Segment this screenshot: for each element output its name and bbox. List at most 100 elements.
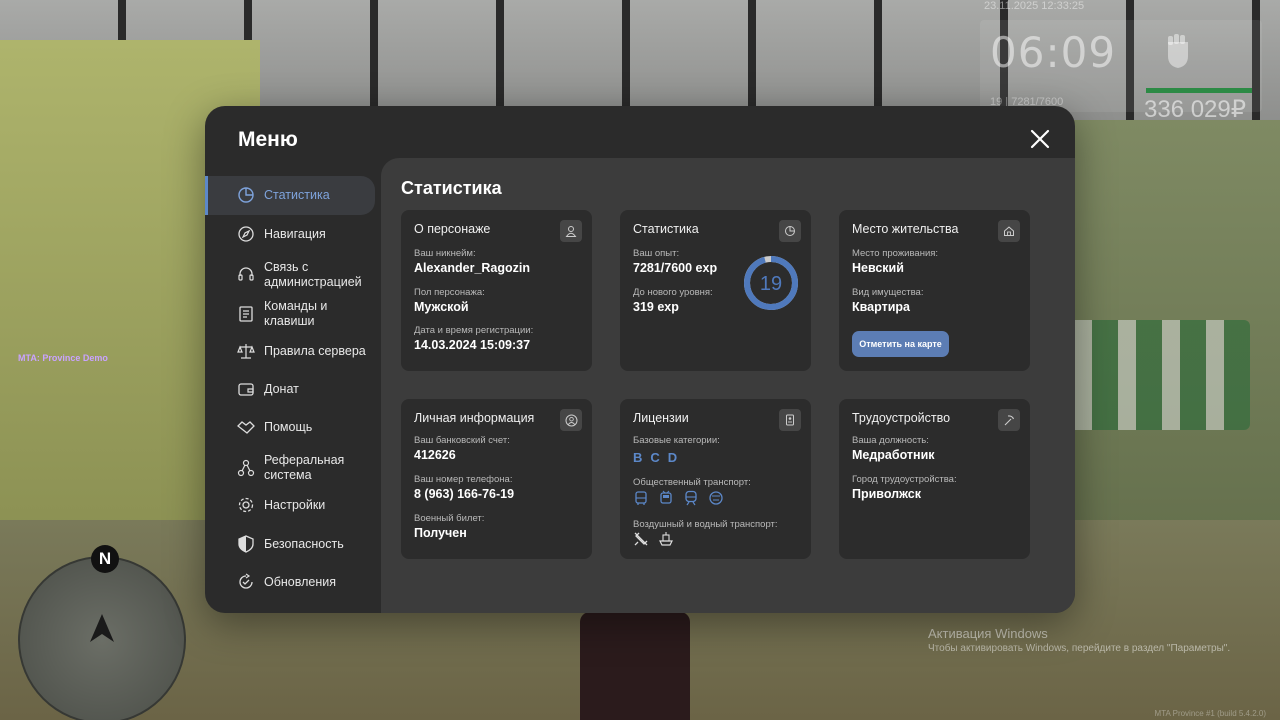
level-ring: 19 [744,256,798,310]
card-title: Лицензии [633,411,689,425]
personal-info-card: Личная информация Ваш банковский счет: 4… [401,399,592,559]
menu-title: Меню [238,128,298,151]
card-title: Место жительства [852,222,959,236]
sidebar-item-label: Безопасность [264,537,344,551]
close-icon[interactable] [1027,126,1053,152]
residence-value: Невский [852,261,904,275]
work-city-value: Приволжск [852,487,921,501]
bank-label: Ваш банковский счет: [414,435,510,446]
card-title: Личная информация [414,411,535,425]
menu-window: Меню Статистика Навигация Связь с админи… [205,106,1075,613]
trolleybus-icon [660,490,672,504]
sidebar-item-help[interactable]: Помощь [205,417,375,437]
sidebar-item-label: Связь с администрацией [264,260,362,289]
sidebar-item-label: Обновления [264,575,336,589]
card-title: Статистика [633,222,699,236]
public-transport-icons [633,490,724,506]
public-transport-label: Общественный транспорт: [633,477,751,488]
exp-value: 7281/7600 exp [633,261,718,275]
gender-label: Пол персонажа: [414,287,485,298]
document-icon [239,306,253,322]
phone-value: 8 (963) 166-76-19 [414,487,515,501]
fist-icon [1168,34,1188,68]
phone-label: Ваш номер телефона: [414,474,513,485]
sidebar-item-label: Реферальная система [264,453,345,482]
mark-on-map-button[interactable]: Отметить на карте [852,331,949,357]
sidebar-item-label: Донат [264,382,299,396]
sidebar-item-security[interactable]: Безопасность [205,534,375,554]
next-level-value: 319 exp [633,300,679,314]
home-icon [998,220,1020,242]
military-value: Получен [414,526,467,540]
property-value: Квартира [852,300,910,314]
pie-chart-icon [779,220,801,242]
page-title: Статистика [401,178,502,198]
sidebar-item-donate[interactable]: Донат [205,379,375,399]
sidebar-item-label: Команды и клавиши [264,299,328,328]
sidebar-item-rules[interactable]: Правила сервера [205,341,375,361]
bus-icon [635,491,647,505]
sidebar-item-label: Правила сервера [264,344,366,358]
server-label: MTA: Province Demo [18,353,108,363]
position-value: Медработник [852,448,935,462]
level-number: 19 [760,273,782,295]
base-categories-value: BCD [633,450,686,465]
refresh-check-icon [239,573,253,589]
nickname-label: Ваш никнейм: [414,248,476,259]
sidebar-item-label: Настройки [264,498,326,512]
base-categories-label: Базовые категории: [633,435,720,446]
windows-activation-subtitle: Чтобы активировать Windows, перейдите в … [928,643,1231,654]
headset-icon [238,267,254,281]
next-level-label: До нового уровня: [633,287,713,298]
pie-chart-icon [238,187,254,203]
player-character [580,612,690,720]
plane-icon [634,532,648,546]
network-icon [237,459,255,477]
residence-label: Место проживания: [852,248,939,259]
gear-icon [238,497,254,513]
sidebar-item-label: Статистика [264,188,330,202]
train-icon [685,490,697,506]
scales-icon [237,344,255,359]
card-title: О персонаже [414,222,491,236]
sidebar-item-settings[interactable]: Настройки [205,495,375,515]
character-card: О персонаже Ваш никнейм: Alexander_Ragoz… [401,210,592,371]
residence-card: Место жительства Место проживания: Невск… [839,210,1030,371]
stats-card: Статистика Ваш опыт: 7281/7600 exp До но… [620,210,811,371]
sidebar-item-label: Навигация [264,227,326,241]
sidebar-item-admin-contact[interactable]: Связь с администрацией [205,258,375,292]
nickname-value: Alexander_Ragozin [414,261,531,275]
sidebar: Статистика Навигация Связь с администрац… [205,176,381,613]
windows-activation-title: Активация Windows [928,626,1048,641]
tram-icon [709,491,723,505]
employment-card: Трудоустройство Ваша должность: Медработ… [839,399,1030,559]
sidebar-item-updates[interactable]: Обновления [205,572,375,592]
shield-icon [238,535,254,553]
military-label: Военный билет: [414,513,485,524]
hud-date: 23.11.2025 12:33:25 [984,0,1085,12]
compass-icon [238,226,254,242]
pickaxe-icon [998,409,1020,431]
work-city-label: Город трудоустройства: [852,474,957,485]
id-card-icon [779,409,801,431]
hud-clock: 06:09 [990,28,1117,77]
content-panel: Статистика О персонаже Ваш никнейм: Alex… [381,158,1075,613]
sidebar-item-statistics[interactable]: Статистика [205,176,375,215]
user-circle-icon [560,409,582,431]
card-title: Трудоустройство [852,411,951,425]
registration-label: Дата и время регистрации: [414,325,534,336]
licenses-card: Лицензии Базовые категории: BCD Обществе… [620,399,811,559]
compass-north: N [91,545,119,573]
position-label: Ваша должность: [852,435,929,446]
build-label: MTA Province #1 (build 5.4.2.0) [1154,709,1266,718]
property-label: Вид имущества: [852,287,924,298]
sidebar-item-referral[interactable]: Реферальная система [205,451,375,485]
sidebar-item-commands[interactable]: Команды и клавиши [205,297,375,331]
air-water-transport-icons [633,531,674,547]
wallet-icon [238,383,254,396]
sidebar-item-navigation[interactable]: Навигация [205,224,375,244]
gender-value: Мужской [414,300,469,314]
exp-label: Ваш опыт: [633,248,680,259]
registration-value: 14.03.2024 15:09:37 [414,338,531,352]
hud-money: 336 029₽ [1144,96,1247,123]
